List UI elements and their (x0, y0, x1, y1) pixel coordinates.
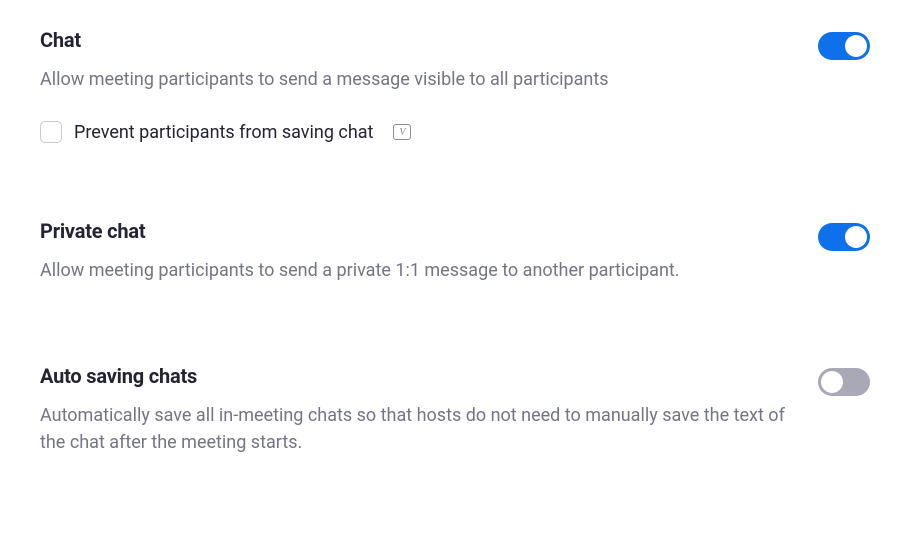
sub-option-prevent-save-label: Prevent participants from saving chat (74, 122, 373, 143)
toggle-knob-icon (845, 35, 867, 57)
toggle-chat[interactable] (818, 32, 870, 60)
spacer (40, 284, 870, 364)
setting-chat-content: Chat Allow meeting participants to send … (40, 28, 818, 143)
modified-default-icon: V (393, 124, 411, 140)
setting-private-chat-title: Private chat (40, 219, 798, 243)
setting-private-chat: Private chat Allow meeting participants … (40, 219, 870, 284)
toggle-private-chat[interactable] (818, 223, 870, 251)
setting-auto-saving-chats-title: Auto saving chats (40, 364, 798, 388)
setting-private-chat-description: Allow meeting participants to send a pri… (40, 257, 798, 284)
setting-auto-saving-chats-description: Automatically save all in-meeting chats … (40, 402, 798, 456)
sub-option-prevent-save: Prevent participants from saving chat V (40, 121, 798, 143)
setting-private-chat-content: Private chat Allow meeting participants … (40, 219, 818, 284)
setting-chat-title: Chat (40, 28, 798, 52)
spacer (40, 143, 870, 219)
setting-auto-saving-chats: Auto saving chats Automatically save all… (40, 364, 870, 456)
setting-auto-saving-chats-content: Auto saving chats Automatically save all… (40, 364, 818, 456)
toggle-auto-saving-chats[interactable] (818, 368, 870, 396)
setting-chat: Chat Allow meeting participants to send … (40, 28, 870, 143)
setting-chat-description: Allow meeting participants to send a mes… (40, 66, 798, 93)
toggle-knob-icon (845, 226, 867, 248)
toggle-knob-icon (821, 371, 843, 393)
checkbox-prevent-save[interactable] (40, 121, 62, 143)
